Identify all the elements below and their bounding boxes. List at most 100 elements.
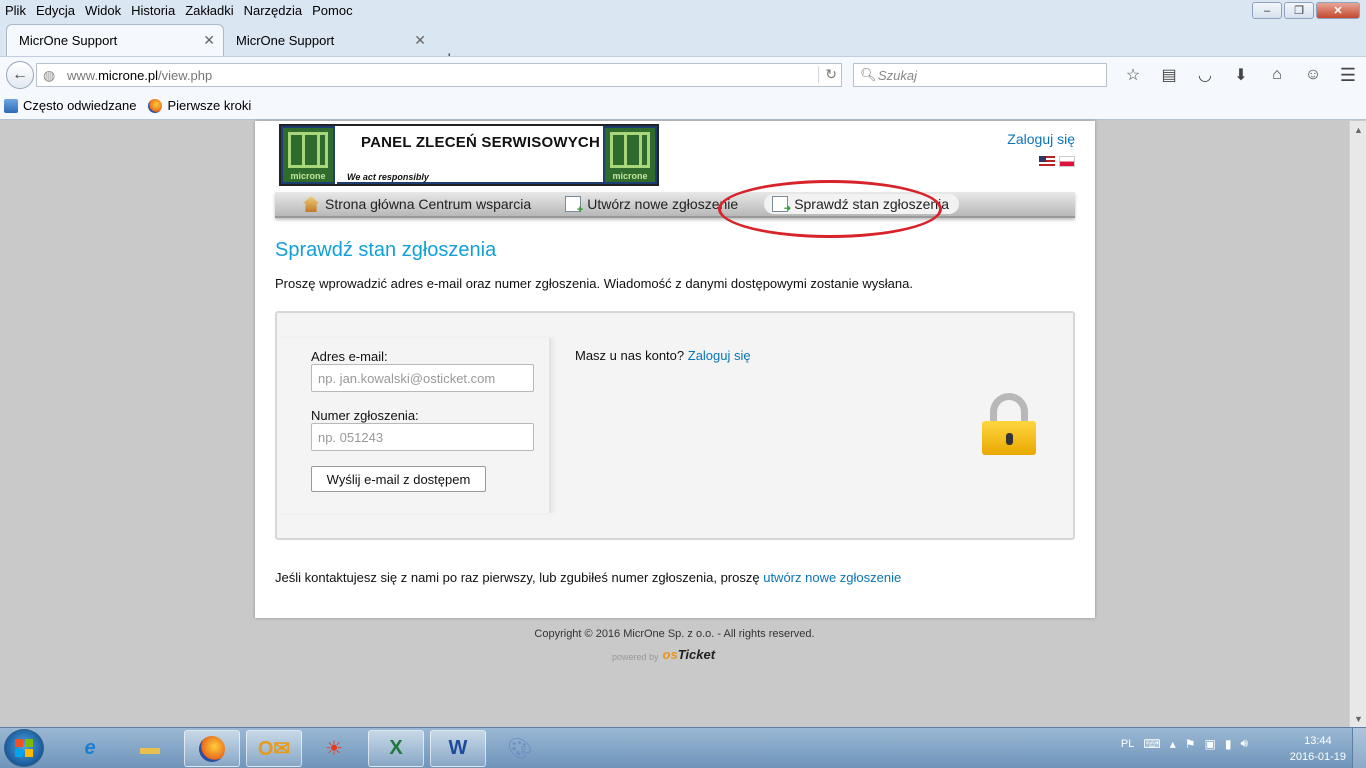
bookmark-star-icon[interactable]: ☆ xyxy=(1115,63,1151,87)
device-icon[interactable]: ▣ xyxy=(1204,737,1215,751)
menu-edycja[interactable]: Edycja xyxy=(31,3,80,18)
tab-inactive[interactable]: MicrOne Support ✕ xyxy=(224,24,434,56)
bookmark-first-steps[interactable]: Pierwsze kroki xyxy=(148,98,251,113)
minimize-button[interactable]: – xyxy=(1252,2,1282,19)
clock-date: 2016-01-19 xyxy=(1289,751,1346,763)
search-placeholder: Szukaj xyxy=(878,67,918,83)
page-container: microne PANEL ZLECEŃ SERWISOWYCH We act … xyxy=(255,121,1095,618)
bookmark-label: Często odwiedzane xyxy=(23,98,137,113)
action-center-flag-icon[interactable]: ⚑ xyxy=(1185,737,1196,751)
account-prompt: Masz u nas konto? Zaloguj się xyxy=(575,348,751,363)
close-window-button[interactable]: ✕ xyxy=(1316,2,1360,19)
site-logo[interactable]: microne PANEL ZLECEŃ SERWISOWYCH We act … xyxy=(279,124,659,186)
close-tab-icon[interactable]: ✕ xyxy=(203,32,215,49)
menu-widok[interactable]: Widok xyxy=(80,3,126,18)
menu-zakladki[interactable]: Zakładki xyxy=(180,3,238,18)
powered-by-label: powered by xyxy=(612,652,659,662)
tab-strip: MicrOne Support ✕ MicrOne Support ✕ + xyxy=(0,20,1366,68)
system-tray: PL ⌨ ▴ ⚑ ▣ ▮ 🔊︎ xyxy=(1121,736,1248,751)
firefox-icon xyxy=(148,98,163,113)
back-button[interactable]: ← xyxy=(6,61,34,89)
access-form-panel: Adres e-mail: Numer zgłoszenia: Wyślij e… xyxy=(275,311,1075,540)
language-indicator[interactable]: PL xyxy=(1121,738,1134,750)
menu-bar: Plik Edycja Widok Historia Zakładki Narz… xyxy=(0,0,1366,20)
chat-icon[interactable]: ☺ xyxy=(1295,63,1331,87)
email-field[interactable] xyxy=(311,364,534,392)
scroll-up-icon[interactable]: ▲ xyxy=(1350,121,1366,138)
globe-icon: ◍ xyxy=(43,67,56,83)
powered-by-osticket[interactable]: powered by osTicket xyxy=(612,647,715,662)
url-path: /view.php xyxy=(158,67,213,83)
paint-icon[interactable]: 🎨︎ xyxy=(492,730,548,767)
download-icon[interactable]: ⬇ xyxy=(1223,63,1259,87)
search-input[interactable]: 🔍︎ Szukaj xyxy=(853,63,1107,87)
outlook-icon[interactable]: O✉ xyxy=(246,730,302,767)
account-question: Masz u nas konto? xyxy=(575,348,685,363)
nav-new-ticket[interactable]: Utwórz nowe zgłoszenie xyxy=(565,196,739,216)
pocket-icon[interactable]: ◡ xyxy=(1187,63,1223,87)
ticket-number-field[interactable] xyxy=(311,423,534,451)
close-tab-icon[interactable]: ✕ xyxy=(414,32,426,49)
language-flags xyxy=(1039,156,1075,167)
address-bar[interactable]: ◍ www. microne.pl/view.php ↻ xyxy=(36,63,842,87)
reload-icon[interactable]: ↻ xyxy=(818,66,837,83)
copyright-text: Copyright © 2016 MicrOne Sp. z o.o. - Al… xyxy=(534,628,815,640)
site-nav: Strona główna Centrum wsparcia Utwórz no… xyxy=(275,192,1075,218)
bookmark-most-visited[interactable]: Często odwiedzane xyxy=(4,98,136,113)
menu-narzedzia[interactable]: Narzędzia xyxy=(239,3,308,18)
intro-text: Proszę wprowadzić adres e-mail oraz nume… xyxy=(275,276,913,291)
window-controls: – ❐ ✕ xyxy=(1250,2,1360,19)
menu-pomoc[interactable]: Pomoc xyxy=(307,3,357,18)
bookmark-folder-icon xyxy=(4,98,18,113)
navigation-toolbar: ← ◍ www. microne.pl/view.php ↻ 🔍︎ Szukaj … xyxy=(0,56,1366,92)
logo-title: PANEL ZLECEŃ SERWISOWYCH xyxy=(361,134,600,151)
send-access-email-button[interactable]: Wyślij e-mail z dostępem xyxy=(311,466,486,492)
login-link[interactable]: Zaloguj się xyxy=(1007,131,1075,147)
start-button[interactable] xyxy=(4,729,44,767)
firefox-taskbar-icon[interactable] xyxy=(184,730,240,767)
maximize-button[interactable]: ❐ xyxy=(1284,2,1314,19)
search-icon: 🔍︎ xyxy=(860,67,877,82)
keyboard-icon[interactable]: ⌨ xyxy=(1143,737,1160,751)
account-login-link[interactable]: Zaloguj się xyxy=(688,348,751,363)
volume-icon[interactable]: 🔊︎ xyxy=(1240,736,1248,751)
windows-taskbar: e ▬ O✉ ☀ X W 🎨︎ PL ⌨ ▴ ⚑ ▣ ▮ 🔊︎ 13:44 20… xyxy=(0,727,1366,768)
scroll-down-icon[interactable]: ▼ xyxy=(1350,710,1366,727)
home-icon xyxy=(303,196,319,212)
microne-logo-icon: microne xyxy=(603,126,657,184)
clock[interactable]: 13:44 2016-01-19 xyxy=(1290,733,1346,765)
nav-label: Utwórz nowe zgłoszenie xyxy=(587,196,739,212)
flag-en-icon[interactable] xyxy=(1039,156,1055,167)
email-label: Adres e-mail: xyxy=(311,349,388,364)
file-explorer-icon[interactable]: ▬ xyxy=(122,730,178,767)
microne-logo-icon: microne xyxy=(281,126,335,184)
page-viewport: microne PANEL ZLECEŃ SERWISOWYCH We act … xyxy=(0,121,1366,727)
internet-explorer-icon[interactable]: e xyxy=(62,730,118,767)
network-icon[interactable]: ▮ xyxy=(1225,737,1232,751)
word-icon[interactable]: W xyxy=(430,730,486,767)
form-column: Adres e-mail: Numer zgłoszenia: Wyślij e… xyxy=(277,338,551,513)
nav-home[interactable]: Strona główna Centrum wsparcia xyxy=(303,196,531,212)
osticket-logo: osTicket xyxy=(662,647,716,662)
reading-list-icon[interactable]: ▤ xyxy=(1151,63,1187,87)
menu-historia[interactable]: Historia xyxy=(126,3,180,18)
clock-time: 13:44 xyxy=(1304,735,1332,747)
menu-hamburger-icon[interactable]: ☰ xyxy=(1340,65,1356,86)
bookmark-label: Pierwsze kroki xyxy=(167,98,252,113)
toolbar-icons: ☆ ▤ ◡ ⬇ ⌂ ☺ xyxy=(1115,63,1331,87)
create-ticket-link[interactable]: utwórz nowe zgłoszenie xyxy=(763,570,901,585)
excel-icon[interactable]: X xyxy=(368,730,424,767)
menu-plik[interactable]: Plik xyxy=(0,3,31,18)
show-desktop-button[interactable] xyxy=(1352,728,1366,768)
nav-label: Strona główna Centrum wsparcia xyxy=(325,196,532,212)
page-scrollbar[interactable]: ▲ ▼ xyxy=(1349,121,1366,727)
tab-active[interactable]: MicrOne Support ✕ xyxy=(6,24,224,56)
tab-title: MicrOne Support xyxy=(236,32,335,48)
flag-pl-icon[interactable] xyxy=(1059,156,1075,167)
lock-icon xyxy=(982,393,1036,455)
highlight-annotation xyxy=(718,180,942,238)
bottom-note-text: Jeśli kontaktujesz się z nami po raz pie… xyxy=(275,570,760,585)
tray-expand-icon[interactable]: ▴ xyxy=(1170,737,1176,751)
sun-app-icon[interactable]: ☀ xyxy=(306,730,362,767)
home-icon[interactable]: ⌂ xyxy=(1259,63,1295,87)
